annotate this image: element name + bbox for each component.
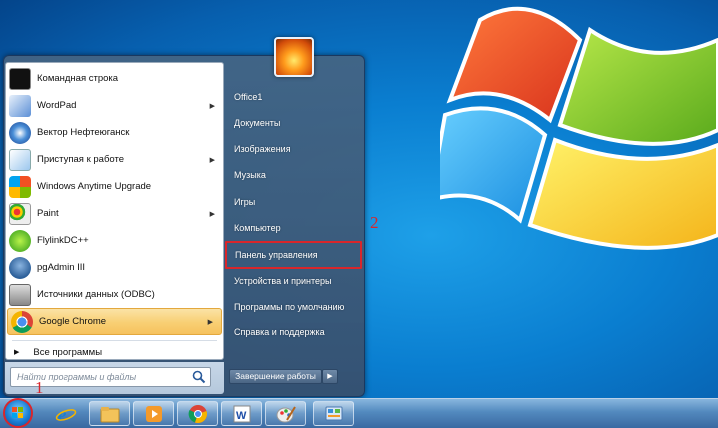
- taskbar-media-player[interactable]: [133, 401, 174, 426]
- media-player-icon: [145, 405, 162, 422]
- program-flylink[interactable]: FlylinkDC++: [6, 227, 223, 254]
- program-label: Приступая к работе: [37, 154, 124, 165]
- program-pgadmin[interactable]: pgAdmin III: [6, 254, 223, 281]
- program-chrome[interactable]: Google Chrome ▶: [7, 308, 222, 335]
- program-label: Командная строка: [37, 73, 119, 84]
- user-picture[interactable]: [274, 37, 314, 77]
- pgadmin-icon: [9, 256, 31, 279]
- taskbar-word[interactable]: W: [221, 401, 262, 426]
- control-panel-icon: [325, 406, 342, 420]
- svg-text:W: W: [236, 410, 247, 422]
- program-paint[interactable]: Paint ▶: [6, 200, 223, 227]
- paint-icon: [276, 405, 296, 422]
- program-windows-upgrade[interactable]: Windows Anytime Upgrade: [6, 173, 223, 200]
- word-icon: W: [233, 405, 250, 422]
- program-label: Google Chrome: [39, 316, 107, 327]
- chrome-icon: [188, 404, 207, 423]
- paint-icon: [9, 202, 31, 225]
- annotation-marker-2: 2: [370, 213, 379, 232]
- cmd-icon: [9, 67, 31, 90]
- taskbar-paint[interactable]: [265, 401, 306, 426]
- vector-icon: [9, 121, 31, 144]
- wordpad-icon: [9, 94, 31, 117]
- divider: [12, 340, 217, 341]
- all-programs-arrow-icon: ▶: [14, 349, 20, 356]
- flylink-icon: [9, 229, 31, 252]
- link-default-programs[interactable]: Программы по умолчанию: [229, 298, 361, 316]
- link-computer[interactable]: Компьютер: [229, 219, 361, 237]
- program-getting-started[interactable]: Приступая к работе ▶: [6, 146, 223, 173]
- link-music[interactable]: Музыка: [229, 166, 361, 184]
- windows-upgrade-icon: [9, 175, 31, 198]
- program-cmd[interactable]: Командная строка: [6, 65, 223, 92]
- shutdown-options-button[interactable]: ▶: [322, 369, 338, 384]
- shutdown-button[interactable]: Завершение работы: [229, 369, 322, 384]
- link-office1[interactable]: Office1: [229, 88, 361, 106]
- link-help-support[interactable]: Справка и поддержка: [229, 323, 361, 341]
- link-control-panel[interactable]: Панель управления: [225, 241, 362, 269]
- program-vector[interactable]: Вектор Нефтеюганск: [6, 119, 223, 146]
- start-menu-programs-pane: Командная строка WordPad ▶ Вектор Нефтею…: [5, 62, 224, 360]
- program-label: WordPad: [37, 100, 77, 111]
- program-label: Источники данных (ODBC): [37, 289, 155, 300]
- windows-logo-wallpaper: [440, 6, 718, 250]
- link-documents[interactable]: Документы: [229, 114, 361, 132]
- all-programs-button[interactable]: ▶ Все программы: [6, 344, 223, 360]
- submenu-arrow-icon: ▶: [209, 210, 215, 218]
- submenu-arrow-icon: ▶: [207, 318, 213, 326]
- program-label: Windows Anytime Upgrade: [37, 181, 152, 192]
- program-label: pgAdmin III: [37, 262, 86, 273]
- search-icon[interactable]: [192, 370, 206, 384]
- annotation-marker-1: 1: [35, 378, 44, 397]
- getting-started-icon: [9, 148, 31, 171]
- program-wordpad[interactable]: WordPad ▶: [6, 92, 223, 119]
- explorer-folder-icon: [100, 406, 119, 422]
- chevron-right-icon: ▶: [327, 373, 333, 380]
- program-label: Paint: [37, 208, 59, 219]
- submenu-arrow-icon: ▶: [209, 156, 215, 164]
- program-odbc[interactable]: Источники данных (ODBC): [6, 281, 223, 308]
- link-devices-printers[interactable]: Устройства и принтеры: [229, 272, 361, 290]
- internet-explorer-icon: e: [55, 405, 76, 424]
- all-programs-label: Все программы: [33, 346, 103, 358]
- taskbar-internet-explorer[interactable]: e: [45, 401, 86, 426]
- taskbar-explorer[interactable]: [89, 401, 130, 426]
- start-button[interactable]: [3, 398, 33, 428]
- link-games[interactable]: Игры: [229, 193, 361, 211]
- windows-flag-icon: [12, 407, 23, 418]
- program-label: Вектор Нефтеюганск: [37, 127, 130, 138]
- odbc-icon: [9, 283, 31, 306]
- taskbar-chrome[interactable]: [177, 401, 218, 426]
- taskbar-control-panel[interactable]: [313, 401, 354, 426]
- chrome-icon: [11, 310, 33, 333]
- program-label: FlylinkDC++: [37, 235, 89, 246]
- link-pictures[interactable]: Изображения: [229, 140, 361, 158]
- submenu-arrow-icon: ▶: [209, 102, 215, 110]
